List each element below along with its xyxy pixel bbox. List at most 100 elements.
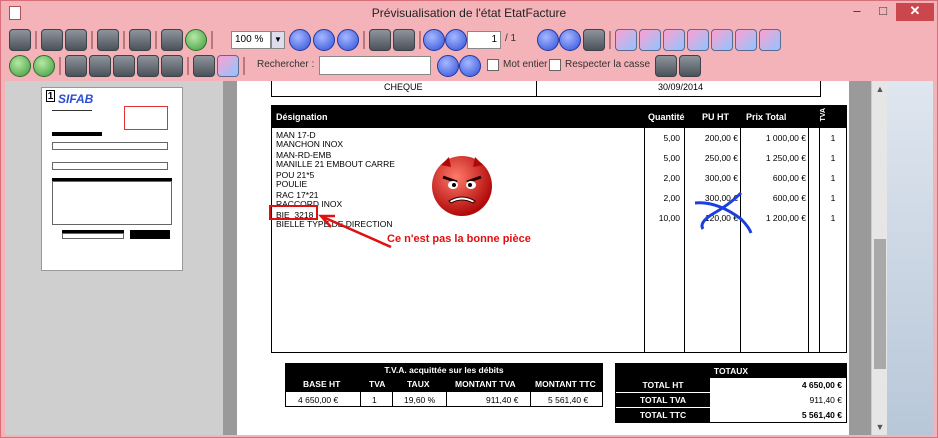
redo-icon[interactable] xyxy=(33,55,55,77)
app-window: Prévisualisation de l'état EtatFacture –… xyxy=(0,0,938,438)
window-title: Prévisualisation de l'état EtatFacture xyxy=(371,6,567,20)
whole-word-checkbox[interactable] xyxy=(487,59,499,71)
scroll-up-icon[interactable]: ▲ xyxy=(872,81,888,97)
title-bar: Prévisualisation de l'état EtatFacture –… xyxy=(1,1,937,25)
thumbnail-block xyxy=(52,132,102,136)
exit-icon[interactable] xyxy=(583,29,605,51)
page-thumbnail[interactable]: 1 SIFAB xyxy=(41,87,183,271)
thumbnail-box xyxy=(52,162,168,170)
copy-icon[interactable] xyxy=(65,29,87,51)
toolbar-separator xyxy=(91,31,93,49)
stack-icon[interactable] xyxy=(193,55,215,77)
vat-title: T.V.A. acquittée sur les débits xyxy=(285,363,603,377)
vat-summary: T.V.A. acquittée sur les débits BASE HT … xyxy=(271,363,603,421)
fill-icon[interactable] xyxy=(161,55,183,77)
main-toolbar: 100 % ▼ 1 / 1 xyxy=(5,27,933,53)
header-unit-price: PU HT xyxy=(702,112,729,122)
table-header: Désignation Quantité PU HT Prix Total TV… xyxy=(272,106,846,128)
toolbar-separator xyxy=(123,31,125,49)
export-word-icon[interactable] xyxy=(615,29,637,51)
totals-box: TOTAUX TOTAL HT 4 650,00 € TOTAL TVA 911… xyxy=(615,363,847,423)
toolbar-separator xyxy=(419,31,421,49)
line-icon[interactable] xyxy=(89,55,111,77)
pen-icon[interactable] xyxy=(129,29,151,51)
scrollbar-thumb[interactable] xyxy=(874,239,886,369)
prev-page-icon[interactable] xyxy=(445,29,467,51)
annotation-comment: Ce n'est pas la bonne pièce xyxy=(387,233,531,245)
two-pages-icon[interactable] xyxy=(185,29,207,51)
payment-mode: CHEQUE xyxy=(384,82,423,92)
edit-icon[interactable] xyxy=(41,29,63,51)
last-page-icon[interactable] xyxy=(559,29,581,51)
thumbnail-line xyxy=(52,110,92,111)
vertical-scrollbar[interactable]: ▲ ▼ xyxy=(871,81,887,435)
toolbar-separator xyxy=(59,57,61,75)
page-number-input[interactable]: 1 xyxy=(467,31,501,49)
angry-face-icon xyxy=(432,156,492,216)
single-page-icon[interactable] xyxy=(161,29,183,51)
vat-columns: BASE HT TVA TAUX MONTANT TVA MONTANT TTC xyxy=(285,377,603,391)
highlight-icon[interactable] xyxy=(655,55,677,77)
thumbnail-logo: SIFAB xyxy=(58,92,94,106)
color-picker-icon[interactable] xyxy=(217,55,239,77)
next-page-icon[interactable] xyxy=(537,29,559,51)
zoom-out-icon[interactable] xyxy=(313,29,335,51)
table-row: MAN 17-D MANCHON INOX 5,00 200,00 € 1 00… xyxy=(276,130,836,149)
toolbar-separator xyxy=(35,31,37,49)
toolbar-separator xyxy=(155,31,157,49)
due-date: 30/09/2014 xyxy=(658,82,704,92)
annotation-toolbar: Rechercher : Mot entier Respecter la cas… xyxy=(5,53,933,79)
minimize-button[interactable]: – xyxy=(844,3,870,21)
toolbar-separator xyxy=(609,31,611,49)
hand-icon[interactable] xyxy=(369,29,391,51)
export-xml-icon[interactable] xyxy=(711,29,733,51)
export-html-icon[interactable] xyxy=(663,29,685,51)
search-input[interactable] xyxy=(319,56,431,75)
search-prev-icon[interactable] xyxy=(437,55,459,77)
toolbar-separator xyxy=(363,31,365,49)
payment-info-box: CHEQUE 30/09/2014 xyxy=(271,81,821,97)
table-row: POU 21*5 POULIE 2,00 300,00 € 600,00 € 1 xyxy=(276,170,836,189)
maximize-button[interactable]: □ xyxy=(870,3,896,21)
table-row: RAC 17*21 RACCORD INOX 2,00 300,00 € 600… xyxy=(276,190,836,209)
archive-icon[interactable] xyxy=(735,29,757,51)
page-setup-icon[interactable] xyxy=(97,29,119,51)
thumbnail-address-box xyxy=(124,106,168,130)
search-options-icon[interactable] xyxy=(679,55,701,77)
rectangle-icon[interactable] xyxy=(113,55,135,77)
header-tva: TVA xyxy=(820,108,827,122)
print-icon[interactable] xyxy=(9,29,31,51)
select-icon[interactable] xyxy=(393,29,415,51)
thumbnail-totals xyxy=(130,230,170,239)
zoom-select[interactable]: 100 % xyxy=(231,31,271,49)
first-page-icon[interactable] xyxy=(423,29,445,51)
chevron-down-icon[interactable]: ▼ xyxy=(271,31,285,49)
whole-word-label: Mot entier xyxy=(503,59,548,70)
toolbar-separator xyxy=(211,31,213,49)
vat-values: 4 650,00 € 1 19,60 % 911,40 € 5 561,40 € xyxy=(285,391,603,407)
header-designation: Désignation xyxy=(276,112,328,122)
thumbnail-box xyxy=(52,142,168,150)
export-excel-icon[interactable] xyxy=(639,29,661,51)
text-icon[interactable] xyxy=(137,55,159,77)
export-pdf-icon[interactable] xyxy=(759,29,781,51)
page-total: / 1 xyxy=(505,33,517,44)
total-tva-row: TOTAL TVA 911,40 € xyxy=(616,393,846,407)
thumbnail-pane: 1 SIFAB xyxy=(5,81,223,435)
match-case-checkbox[interactable] xyxy=(549,59,561,71)
search-label: Rechercher : xyxy=(257,59,315,70)
scroll-down-icon[interactable]: ▼ xyxy=(872,419,888,435)
toolbar-separator xyxy=(243,57,245,75)
zoom-fit-icon[interactable] xyxy=(337,29,359,51)
annotation-arrow xyxy=(318,214,392,249)
close-button[interactable]: ✕ xyxy=(896,3,934,21)
search-next-icon[interactable] xyxy=(459,55,481,77)
zoom-in-icon[interactable] xyxy=(289,29,311,51)
pencil-icon[interactable] xyxy=(65,55,87,77)
totals-title: TOTAUX xyxy=(616,364,846,378)
undo-icon[interactable] xyxy=(9,55,31,77)
match-case-label: Respecter la casse xyxy=(565,59,651,70)
thumbnail-page-number: 1 xyxy=(46,90,55,102)
header-quantity: Quantité xyxy=(648,112,685,122)
email-icon[interactable] xyxy=(687,29,709,51)
